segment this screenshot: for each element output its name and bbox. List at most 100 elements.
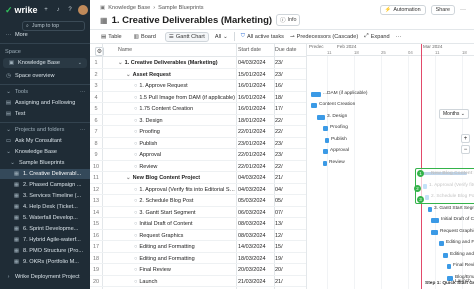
task-name[interactable]: ○ 3. Design <box>134 118 236 124</box>
table-row[interactable]: 11 ⌄ New Blog Content Project 04/03/2024 21/ <box>90 172 306 184</box>
task-name[interactable]: ○ Initial Draft of Content <box>134 221 236 227</box>
start-date-cell[interactable]: 08/03/2024 <box>238 233 276 239</box>
task-status-icon[interactable]: ○ <box>134 187 137 193</box>
due-date-cell[interactable]: 05/ <box>275 198 306 204</box>
expand-button[interactable]: ⤢ Expand <box>364 33 389 40</box>
table-row[interactable]: 3 ○ 1. Approve Request 16/01/2024 16/ <box>90 80 306 92</box>
task-name[interactable]: ○ 1.75 Content Creation <box>134 106 236 112</box>
task-status-icon[interactable]: ○ <box>134 95 137 101</box>
due-date-cell[interactable]: 20/ <box>275 267 306 273</box>
start-date-cell[interactable]: 04/03/2024 <box>238 187 276 193</box>
filter-active-tasks[interactable]: ⛉ All active tasks <box>241 33 284 40</box>
due-date-cell[interactable]: 07/ <box>275 210 306 216</box>
task-name[interactable]: ○ 1. Approve Request <box>134 83 236 89</box>
start-date-cell[interactable]: 20/03/2024 <box>238 267 276 273</box>
task-name[interactable]: ⌄ New Blog Content Project <box>126 175 236 181</box>
start-date-cell[interactable]: 06/03/2024 <box>238 210 276 216</box>
task-status-icon[interactable]: ○ <box>134 233 137 239</box>
sidebar-item-space-overview[interactable]: ◷ Space overview <box>0 71 90 81</box>
task-name[interactable]: ○ Review <box>134 164 236 170</box>
gantt-bar[interactable] <box>431 229 438 235</box>
task-name[interactable]: ○ Final Review <box>134 267 236 273</box>
table-row[interactable]: 20 ○ Launch 21/03/2024 21/ <box>90 276 306 287</box>
sidebar-item-knowledge-base[interactable]: ⌄ Knowledge Base <box>0 147 90 157</box>
gantt-bar[interactable] <box>428 206 432 212</box>
task-name[interactable]: ○ Editing and Formatting <box>134 244 236 250</box>
due-date-cell[interactable]: 17/ <box>275 106 306 112</box>
task-status-icon[interactable]: ○ <box>134 256 137 262</box>
sidebar-item-creative-deliverables[interactable]: ▦ 1. Creative Deliverabl... <box>0 169 90 179</box>
due-date-cell[interactable]: 23/ <box>275 60 306 66</box>
sidebar-section-projects[interactable]: ⌄ Projects and folders ··· <box>0 125 90 135</box>
task-name[interactable]: ○ 3. Gantt Start Segment <box>134 210 236 216</box>
due-date-cell[interactable]: 21/ <box>275 175 306 181</box>
predecessors-cascade-button[interactable]: ⊸ Predecessors (Cascade) <box>290 34 358 40</box>
due-date-cell[interactable]: 23/ <box>275 152 306 158</box>
gantt-bar[interactable] <box>323 149 328 154</box>
start-date-cell[interactable]: 16/01/2024 <box>238 106 276 112</box>
wrike-logo[interactable]: ✓ wrike <box>5 5 38 16</box>
gantt-bar[interactable] <box>447 275 453 281</box>
sidebar-item-hybrid[interactable]: ▦ 7. Hybrid Agile-waterf... <box>0 235 90 245</box>
task-status-icon[interactable]: ○ <box>134 244 137 250</box>
breadcrumb-sample-blueprints[interactable]: Sample Blueprints <box>158 5 203 11</box>
task-status-icon[interactable]: ○ <box>134 221 137 227</box>
table-row[interactable]: 10 ○ Review 22/01/2024 22/ <box>90 161 306 172</box>
task-status-icon[interactable]: ○ <box>134 141 137 147</box>
page-title[interactable]: 1. Creative Deliverables (Marketing) <box>112 15 273 26</box>
gantt-bar[interactable] <box>439 241 444 246</box>
task-status-icon[interactable]: ○ <box>134 198 137 204</box>
tab-board[interactable]: ▥ Board <box>131 33 159 41</box>
start-date-cell[interactable]: 18/03/2024 <box>238 256 276 262</box>
task-name[interactable]: ○ Launch <box>134 279 236 285</box>
all-dropdown[interactable]: All ⌄ <box>215 34 228 40</box>
zoom-select[interactable]: Months ⌄ <box>439 109 469 119</box>
task-name[interactable]: ⌄ 1. Creative Deliverables (Marketing) <box>118 60 236 66</box>
more-options-button[interactable]: ··· <box>396 34 402 40</box>
table-row[interactable]: 6 ○ 3. Design 18/01/2024 22/ <box>90 115 306 126</box>
start-date-cell[interactable]: 22/01/2024 <box>238 152 276 158</box>
breadcrumb-knowledge-base[interactable]: Knowledge Base <box>108 5 150 11</box>
table-row[interactable]: 14 ○ 3. Gantt Start Segment 06/03/2024 07/ <box>90 207 306 218</box>
task-status-icon[interactable]: ○ <box>134 164 137 170</box>
sidebar-item-phased-campaign[interactable]: ▦ 2. Phased Campaign ... <box>0 180 90 190</box>
sidebar-item-test[interactable]: ▤ Test <box>0 109 90 119</box>
start-date-cell[interactable]: 23/01/2024 <box>238 141 276 147</box>
more-icon[interactable]: ··· <box>460 7 466 13</box>
task-name[interactable]: ○ 2. Schedule Blog Post <box>134 198 236 204</box>
start-date-cell[interactable]: 22/01/2024 <box>238 164 276 170</box>
due-date-cell[interactable]: 22/ <box>275 164 306 170</box>
sidebar-item-more[interactable]: ··· More <box>0 30 90 40</box>
due-date-cell[interactable]: 15/ <box>275 244 306 250</box>
gantt-bar[interactable] <box>311 91 321 97</box>
task-status-icon[interactable]: ○ <box>134 106 137 112</box>
bell-icon[interactable]: ♪ <box>54 6 63 15</box>
start-date-cell[interactable]: 21/03/2024 <box>238 279 276 285</box>
table-row[interactable]: 4 ○ 1.5 Pull Image from DAM (if applicable… <box>90 92 306 103</box>
task-name[interactable]: ○ 1.5 Pull Image from DAM (if applicable) <box>134 95 236 101</box>
task-status-icon[interactable]: ○ <box>134 267 137 273</box>
due-date-cell[interactable]: 21/ <box>275 279 306 285</box>
gantt-bar[interactable] <box>323 160 327 166</box>
sidebar-item-services-timeline[interactable]: ▦ 3. Services Timeline (... <box>0 191 90 201</box>
start-date-cell[interactable]: 04/03/2024 <box>238 175 276 181</box>
gantt-bar[interactable] <box>311 103 317 108</box>
sidebar-item-assigning-following[interactable]: ▤ Assigning and Following <box>0 98 90 108</box>
start-date-cell[interactable]: 16/01/2024 <box>238 83 276 89</box>
task-status-icon[interactable]: ○ <box>134 210 137 216</box>
table-row[interactable]: 2 ⌄ Asset Request 15/01/2024 23/ <box>90 69 306 80</box>
more-icon[interactable]: ··· <box>80 127 85 133</box>
due-date-cell[interactable]: 12/ <box>275 233 306 239</box>
table-row[interactable]: 17 ○ Editing and Formatting 14/03/2024 15/ <box>90 241 306 253</box>
sidebar-item-sample-blueprints[interactable]: ⌄ Sample Blueprints <box>0 158 90 168</box>
tab-gantt-chart[interactable]: ☰ Gantt Chart <box>164 31 209 42</box>
table-row[interactable]: 5 ○ 1.75 Content Creation 16/01/2024 17/ <box>90 103 306 115</box>
gantt-bar[interactable] <box>323 126 328 131</box>
task-status-icon[interactable]: ○ <box>134 118 137 124</box>
start-date-cell[interactable]: 16/01/2024 <box>238 95 276 101</box>
gantt-bar[interactable] <box>325 137 329 143</box>
gantt-bar[interactable] <box>443 252 448 258</box>
sidebar-item-help-desk[interactable]: ▦ 4. Help Desk (Ticket... <box>0 202 90 212</box>
table-row[interactable]: 15 ○ Initial Draft of Content 08/03/2024 13/ <box>90 218 306 230</box>
start-date-cell[interactable]: 18/01/2024 <box>238 118 276 124</box>
